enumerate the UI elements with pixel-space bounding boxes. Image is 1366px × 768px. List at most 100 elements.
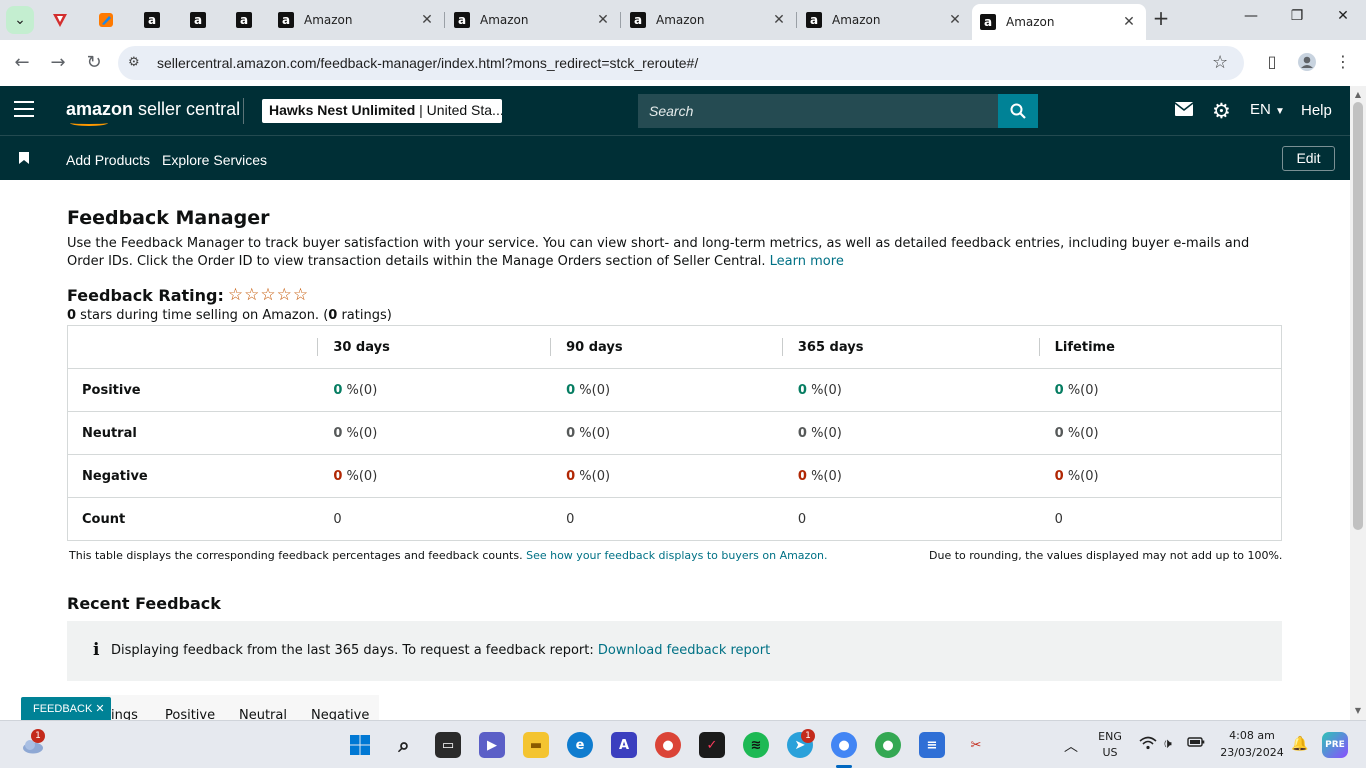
media-app-icon[interactable]: ✓ (699, 732, 725, 758)
hamburger-menu-icon[interactable] (14, 101, 34, 119)
browser-tab-active[interactable]: a Amazon ✕ (972, 4, 1146, 40)
amazon-icon: a (190, 12, 206, 28)
pinned-tab-amazon-1[interactable]: a (140, 8, 164, 32)
tab-search-button[interactable]: ⌄ (6, 6, 34, 34)
pinned-tab-amazon-2[interactable]: a (186, 8, 210, 32)
bookmark-star-icon[interactable]: ☆ (1212, 52, 1228, 73)
edge-browser-icon[interactable]: e (567, 732, 593, 758)
weather-badge: 1 (31, 729, 45, 743)
notepad-icon[interactable]: ≡ (919, 732, 945, 758)
tab-ratings[interactable]: ings (111, 708, 138, 720)
table-row-negative: Negative 0 %(0) 0 %(0) 0 %(0) 0 %(0) (67, 454, 1282, 498)
account-switcher[interactable]: Hawks Nest Unlimited | United Sta... (262, 99, 502, 123)
notification-bell-icon[interactable]: 🔔 (1291, 736, 1308, 752)
close-tab-icon[interactable]: ✕ (594, 12, 612, 28)
tab-neutral[interactable]: Neutral (239, 708, 287, 720)
clock-time[interactable]: 4:08 am (1218, 729, 1286, 742)
search-icon[interactable]: ⌕ (391, 732, 417, 758)
rating-stars-icon: ☆☆☆☆☆ (227, 285, 310, 305)
tab-negative[interactable]: Negative (311, 708, 369, 720)
copilot-icon[interactable]: PRE (1322, 732, 1348, 758)
feedback-display-link[interactable]: See how your feedback displays to buyers… (526, 549, 827, 562)
browser-tab[interactable]: a Amazon ✕ (446, 4, 620, 36)
address-bar[interactable]: ⚙ sellercentral.amazon.com/feedback-mana… (118, 46, 1244, 80)
close-tab-icon[interactable]: ✕ (946, 12, 964, 28)
browser-tab[interactable]: a Amazon ✕ (798, 4, 972, 36)
restore-icon[interactable]: ❐ (1286, 8, 1308, 30)
search-field[interactable] (638, 94, 998, 128)
file-explorer-icon[interactable]: ▬ (523, 732, 549, 758)
explore-services-link[interactable]: Explore Services (162, 152, 267, 168)
feedback-widget-button[interactable]: FEEDBACK ✕ (21, 697, 111, 720)
info-banner: i Displaying feedback from the last 365 … (67, 621, 1282, 681)
browser-tab[interactable]: a Amazon ✕ (622, 4, 796, 36)
chrome-icon[interactable]: ● (655, 732, 681, 758)
meet-video-icon[interactable]: ▶ (479, 732, 505, 758)
close-tab-icon[interactable]: ✕ (770, 12, 788, 28)
table-footnote-text: This table displays the corresponding fe… (69, 549, 523, 562)
language-selector[interactable]: EN ▼ (1250, 101, 1285, 118)
table-cell: 0 (781, 497, 1039, 541)
chrome-profile-icon[interactable]: ● (831, 732, 857, 758)
table-cell: 0 (550, 497, 782, 541)
wifi-icon[interactable] (1139, 736, 1157, 754)
table-cell: 0 (317, 497, 551, 541)
search-button[interactable] (998, 94, 1038, 128)
pinned-tab-app[interactable] (94, 8, 118, 32)
reload-icon[interactable]: ↻ (83, 52, 105, 74)
affinity-app-icon[interactable]: A (611, 732, 637, 758)
chevron-up-icon[interactable]: ︿ (1064, 736, 1078, 756)
download-feedback-report-link[interactable]: Download feedback report (598, 643, 770, 658)
back-icon[interactable]: ← (11, 52, 33, 74)
tab-positive[interactable]: Positive (165, 708, 215, 720)
pinned-tab-vivaldi[interactable] (48, 8, 72, 32)
language-indicator-top[interactable]: ENG (1096, 730, 1124, 743)
spotify-icon[interactable]: ≋ (743, 732, 769, 758)
amazon-icon: a (144, 12, 160, 28)
close-icon[interactable]: ✕ (95, 703, 104, 715)
learn-more-link[interactable]: Learn more (770, 254, 844, 269)
table-cell: 0 %(0) (550, 454, 782, 498)
recent-feedback-title: Recent Feedback (67, 594, 221, 613)
forward-icon[interactable]: → (47, 52, 69, 74)
browser-menu-icon[interactable]: ⋮ (1332, 52, 1354, 74)
logo-rest: seller central (133, 99, 241, 119)
task-view-icon[interactable]: ▭ (435, 732, 461, 758)
snipping-tool-icon[interactable]: ✂ (963, 732, 989, 758)
url-text[interactable]: sellercentral.amazon.com/feedback-manage… (157, 55, 698, 71)
clock-date[interactable]: 23/03/2024 (1218, 746, 1286, 759)
start-windows-icon[interactable] (347, 732, 373, 758)
scroll-up-icon[interactable]: ▲ (1353, 90, 1363, 99)
volume-icon[interactable]: 🕩 (1163, 736, 1172, 752)
search-input[interactable] (638, 94, 998, 128)
table-row-neutral: Neutral 0 %(0) 0 %(0) 0 %(0) 0 %(0) (67, 411, 1282, 455)
close-tab-icon[interactable]: ✕ (1120, 14, 1138, 30)
site-info-icon[interactable]: ⚙ (128, 55, 144, 71)
close-tab-icon[interactable]: ✕ (418, 12, 436, 28)
seller-central-header: amazon seller central Hawks Nest Unlimit… (0, 86, 1350, 135)
profile-avatar-icon[interactable] (1296, 52, 1318, 74)
browser-tab[interactable]: a Amazon ✕ (270, 4, 444, 36)
battery-icon[interactable] (1187, 736, 1205, 752)
windows-taskbar: 1 ⌕ ▭ ▶ ▬ e A ● ✓ ≋ ➤ 1 ● ● ≡ ✂ ︿ ENG US… (0, 720, 1366, 768)
tab-title: Amazon (656, 13, 705, 27)
mail-icon[interactable] (1174, 101, 1194, 122)
seller-central-logo[interactable]: amazon seller central (66, 99, 240, 120)
edit-nav-button[interactable]: Edit (1282, 146, 1335, 171)
scroll-down-icon[interactable]: ▼ (1353, 706, 1363, 715)
settings-gear-icon[interactable]: ⚙ (1212, 99, 1231, 123)
page-scrollbar[interactable]: ▲ ▼ (1350, 86, 1366, 720)
pinned-tab-amazon-3[interactable]: a (232, 8, 256, 32)
add-products-link[interactable]: Add Products (66, 152, 150, 168)
help-link[interactable]: Help (1301, 102, 1332, 119)
chrome-profile-2-icon[interactable]: ● (875, 732, 901, 758)
side-panel-icon[interactable]: ▯ (1261, 52, 1283, 74)
bookmark-icon[interactable] (19, 152, 29, 164)
table-cell: 0 %(0) (1038, 454, 1282, 498)
language-indicator-bottom[interactable]: US (1096, 746, 1124, 759)
scroll-thumb[interactable] (1353, 102, 1363, 530)
new-tab-icon[interactable]: + (1150, 8, 1172, 30)
close-window-icon[interactable]: ✕ (1332, 8, 1354, 30)
minimize-icon[interactable]: — (1240, 8, 1262, 30)
info-icon: i (93, 640, 100, 660)
